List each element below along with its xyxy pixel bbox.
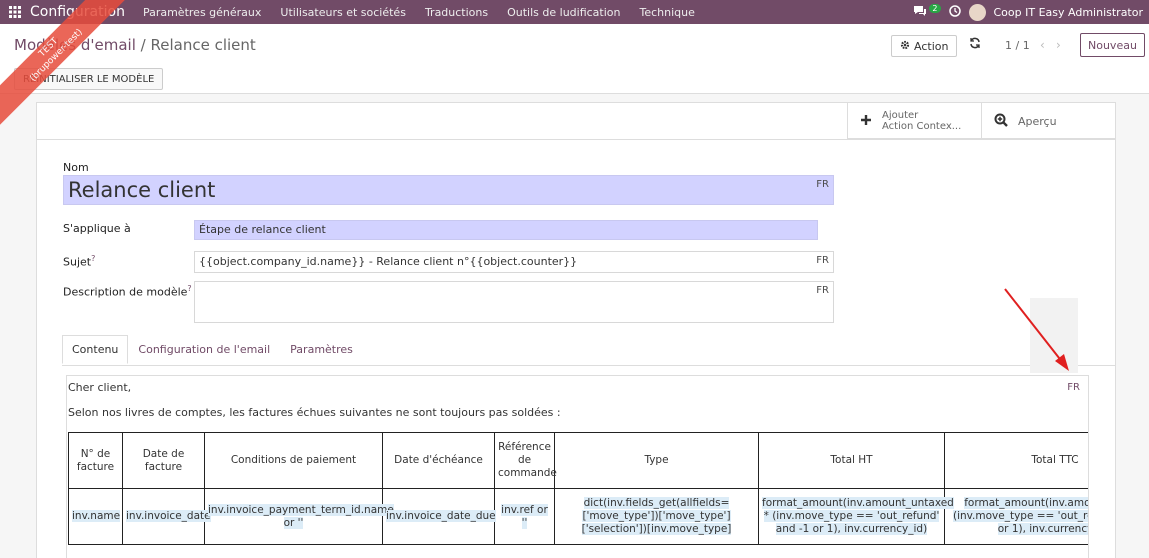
- description-label: Description de modèle?: [63, 284, 192, 299]
- subject-lang-button[interactable]: FR: [816, 255, 829, 266]
- add-context-line1: Ajouter: [882, 110, 919, 121]
- body-lang-button[interactable]: FR: [1067, 382, 1080, 393]
- description-label-text: Description de modèle: [63, 285, 188, 299]
- cell-type: dict(inv.fields_get(allfields=['move_typ…: [554, 488, 759, 545]
- name-field[interactable]: Relance client FR: [63, 175, 834, 205]
- invoice-table: N° de facture Date de facture Conditions…: [68, 432, 1088, 545]
- chevron-right-icon[interactable]: ›: [1056, 38, 1061, 52]
- expr-order-reference[interactable]: inv.ref or '': [501, 503, 548, 529]
- form-sheet: Ajouter Action Contex... Aperçu Nom Rela…: [36, 102, 1116, 558]
- top-navbar: Configuration Paramètres généraux Utilis…: [0, 0, 1149, 24]
- name-label: Nom: [63, 161, 89, 174]
- gear-icon: [900, 40, 910, 53]
- preview-button[interactable]: Aperçu: [981, 103, 1115, 139]
- annotation-arrow-icon: [1004, 288, 1069, 371]
- header-payment-terms: Conditions de paiement: [204, 432, 383, 489]
- button-box: Ajouter Action Contex... Aperçu: [847, 103, 1115, 139]
- expr-invoice-number[interactable]: inv.name: [72, 510, 121, 522]
- breadcrumb-parent[interactable]: Modèles d'email: [14, 36, 136, 54]
- pager-value[interactable]: 1 / 1: [1005, 39, 1030, 52]
- form-tabs: Contenu Configuration de l'email Paramèt…: [62, 335, 363, 364]
- body-intro: Selon nos livres de comptes, les facture…: [68, 406, 561, 419]
- tab-email-configuration[interactable]: Configuration de l'email: [128, 335, 280, 364]
- messages-icon[interactable]: [913, 5, 927, 20]
- subject-label: Sujet?: [63, 254, 95, 269]
- table-header-row: N° de facture Date de facture Conditions…: [68, 432, 1088, 489]
- cell-invoice-number: inv.name: [68, 488, 123, 545]
- tab-content[interactable]: Contenu: [62, 335, 129, 364]
- menu-technical[interactable]: Technique: [640, 6, 695, 19]
- header-type: Type: [554, 432, 759, 489]
- expr-due-date[interactable]: inv.invoice_date_due: [386, 510, 496, 522]
- cell-invoice-date: inv.invoice_date: [122, 488, 211, 545]
- add-context-line2: Action Contex...: [882, 121, 962, 132]
- cell-order-reference: inv.ref or '': [494, 488, 555, 545]
- expr-total-taxed[interactable]: format_amount(inv.amount_total * (inv.mo…: [952, 497, 1088, 535]
- preview-label: Aperçu: [1018, 114, 1057, 128]
- action-label: Action: [914, 39, 949, 53]
- reset-template-button[interactable]: RÉINITIALISER LE MODÈLE: [14, 68, 164, 90]
- header-due-date: Date d'échéance: [382, 432, 495, 489]
- user-name[interactable]: Coop IT Easy Administrator: [994, 6, 1144, 19]
- new-button[interactable]: Nouveau: [1080, 33, 1145, 57]
- cell-due-date: inv.invoice_date_due: [382, 488, 496, 545]
- body-html-editor[interactable]: Cher client, Selon nos livres de comptes…: [66, 375, 1089, 558]
- add-context-action-button[interactable]: Ajouter Action Contex...: [847, 103, 981, 139]
- control-panel: Modèles d'email / Relance client Action …: [0, 24, 1149, 94]
- subject-label-text: Sujet: [63, 255, 92, 269]
- breadcrumb-current: Relance client: [150, 36, 256, 54]
- header-order-reference: Référence de commande: [494, 432, 557, 489]
- breadcrumb-separator: /: [140, 36, 146, 54]
- chevron-left-icon[interactable]: ‹: [1040, 38, 1045, 52]
- expr-invoice-date[interactable]: inv.invoice_date: [126, 510, 211, 522]
- refresh-icon[interactable]: [969, 37, 981, 52]
- table-row: inv.name inv.invoice_date inv.invoice_pa…: [68, 488, 1088, 545]
- apps-menu-icon[interactable]: [0, 0, 30, 24]
- description-help-icon[interactable]: ?: [187, 284, 191, 293]
- breadcrumb: Modèles d'email / Relance client: [14, 36, 256, 54]
- menu-gamification[interactable]: Outils de ludification: [507, 6, 620, 19]
- cell-total-taxed: format_amount(inv.amount_total * (inv.mo…: [944, 488, 1088, 545]
- tab-divider: [62, 365, 1115, 366]
- zoom-in-icon: [994, 113, 1008, 130]
- header-total-untaxed: Total HT: [758, 432, 945, 489]
- header-total-taxed: Total TTC: [944, 432, 1088, 489]
- header-invoice-number: N° de facture: [68, 432, 123, 489]
- header-invoice-date: Date de facture: [122, 432, 205, 489]
- menu-general-settings[interactable]: Paramètres généraux: [143, 6, 261, 19]
- applies-field[interactable]: Étape de relance client: [194, 220, 818, 240]
- expr-type[interactable]: dict(inv.fields_get(allfields=['move_typ…: [581, 497, 732, 535]
- subject-help-icon[interactable]: ?: [91, 254, 95, 263]
- applies-value: Étape de relance client: [199, 223, 326, 236]
- body-greeting: Cher client,: [68, 381, 132, 394]
- expr-payment-terms[interactable]: inv.invoice_payment_term_id.name or '': [208, 503, 394, 529]
- name-lang-button[interactable]: FR: [816, 179, 829, 190]
- activity-clock-icon[interactable]: [948, 4, 961, 20]
- menu-users-companies[interactable]: Utilisateurs et sociétés: [280, 6, 406, 19]
- button-box-divider: [37, 139, 1115, 140]
- description-field[interactable]: FR: [194, 281, 834, 323]
- menu-translations[interactable]: Traductions: [425, 6, 488, 19]
- user-avatar[interactable]: [968, 3, 986, 21]
- messages-count-badge: 2: [929, 3, 941, 13]
- applies-label: S'applique à: [63, 222, 131, 235]
- plus-icon: [860, 114, 872, 129]
- cell-total-untaxed: format_amount(inv.amount_untaxed * (inv.…: [758, 488, 954, 545]
- subject-value: {{object.company_id.name}} - Relance cli…: [199, 255, 578, 268]
- name-value: Relance client: [68, 178, 216, 202]
- expr-total-untaxed[interactable]: format_amount(inv.amount_untaxed * (inv.…: [762, 497, 954, 535]
- action-button[interactable]: Action: [891, 35, 958, 57]
- tab-parameters[interactable]: Paramètres: [280, 335, 363, 364]
- description-lang-button[interactable]: FR: [816, 285, 829, 296]
- subject-field[interactable]: {{object.company_id.name}} - Relance cli…: [194, 251, 834, 273]
- app-brand[interactable]: Configuration: [30, 4, 125, 20]
- cell-payment-terms: inv.invoice_payment_term_id.name or '': [204, 488, 394, 545]
